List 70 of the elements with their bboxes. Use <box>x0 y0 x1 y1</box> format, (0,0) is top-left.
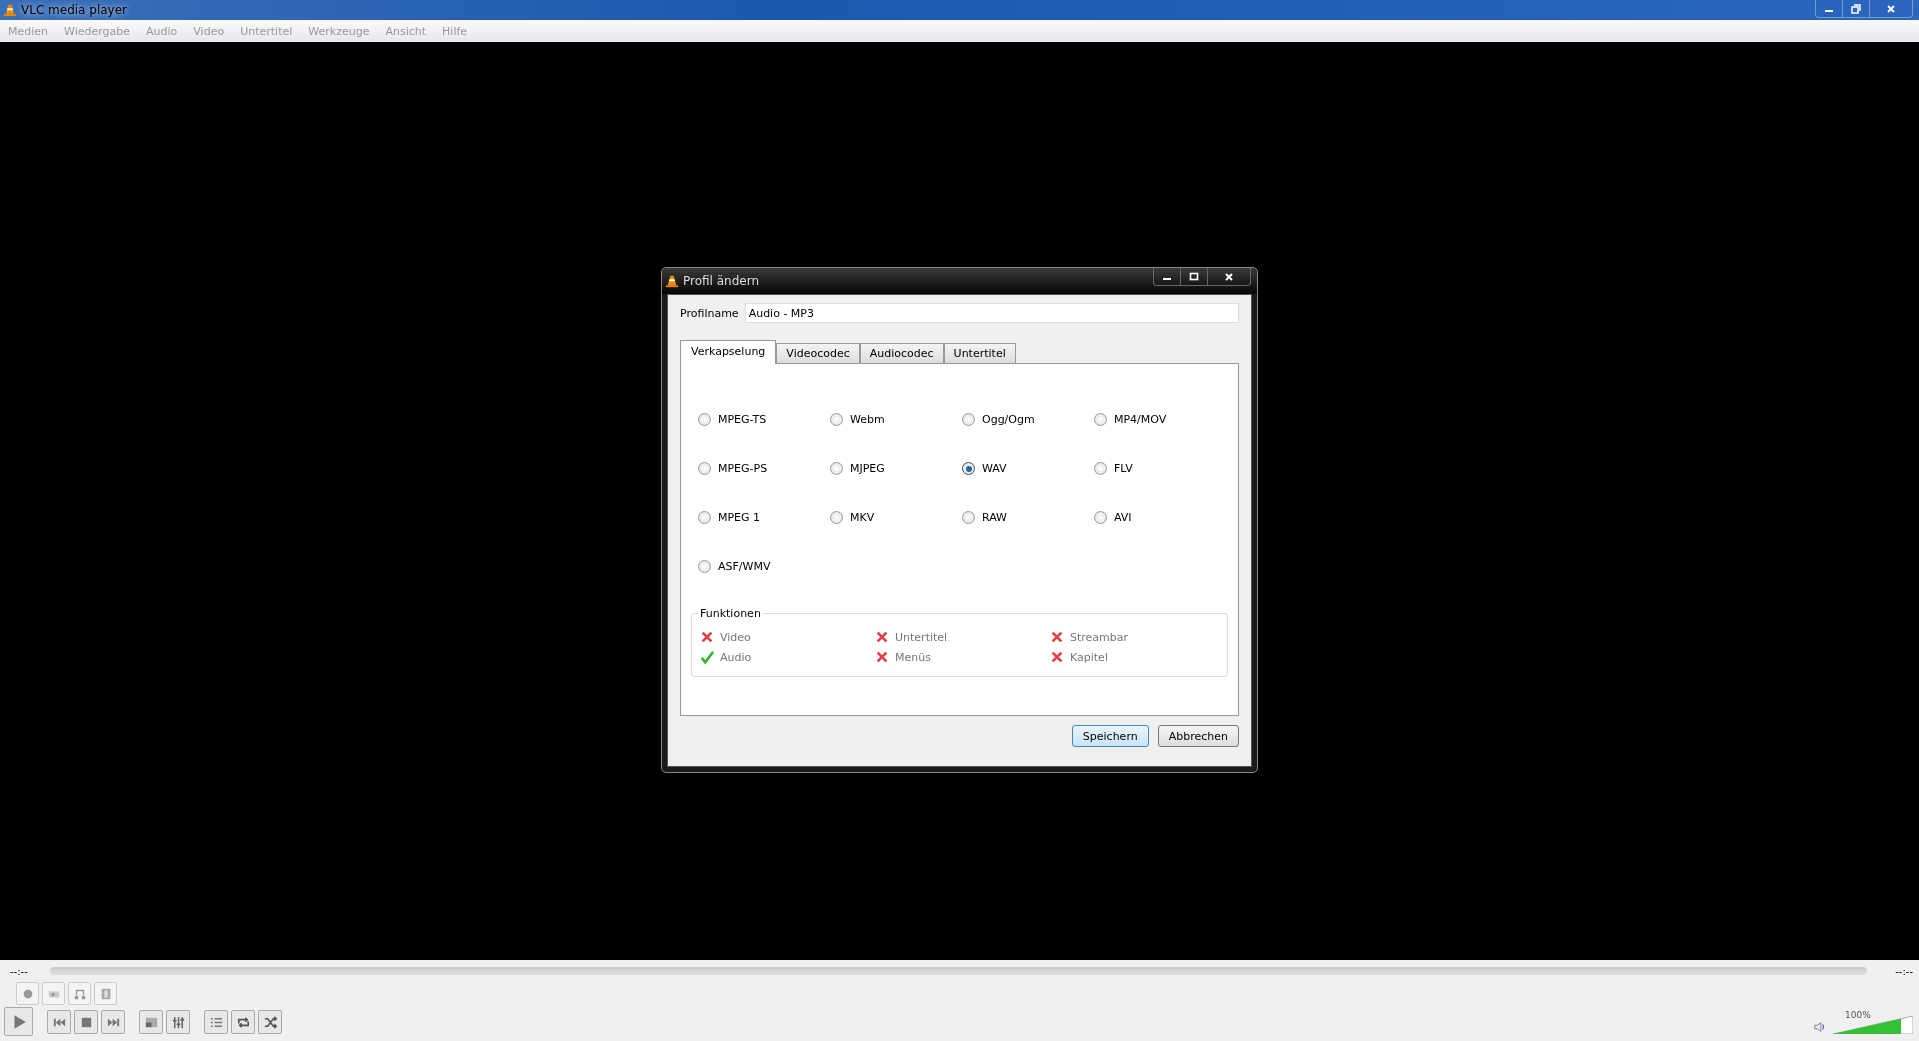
tab[interactable]: Audiocodec <box>859 343 944 363</box>
feature-label: Kapitel <box>1070 650 1108 664</box>
close-icon <box>1886 3 1896 14</box>
elapsed-time: --:-- <box>9 965 28 977</box>
equalizer-button[interactable] <box>166 1010 190 1034</box>
snapshot-button[interactable] <box>42 982 65 1005</box>
shuffle-button[interactable] <box>258 1010 282 1034</box>
radio-button[interactable] <box>698 560 711 573</box>
radio-button[interactable] <box>962 413 975 426</box>
radio-button[interactable] <box>962 511 975 524</box>
radio-label: FLV <box>1114 462 1133 475</box>
feature-label: Streambar <box>1070 630 1129 644</box>
radio-button[interactable] <box>698 462 711 475</box>
restore-icon <box>1851 3 1861 14</box>
radio-button[interactable] <box>962 462 975 475</box>
maximize-icon <box>1189 271 1199 282</box>
radio-button[interactable] <box>830 462 843 475</box>
radio-label: MPEG 1 <box>718 511 761 524</box>
radio-label: Ogg/Ogm <box>982 413 1035 426</box>
feature-label: Untertitel <box>895 630 948 644</box>
shuffle-icon <box>262 1014 278 1030</box>
radio-button[interactable] <box>1094 413 1107 426</box>
feature-label: Menüs <box>895 650 931 664</box>
dialog-button[interactable]: Abbrechen <box>1157 725 1239 747</box>
dialog-button[interactable]: Speichern <box>1071 725 1149 747</box>
radio-label: MPEG-PS <box>718 462 768 475</box>
feature-label: Audio <box>720 650 752 664</box>
tab[interactable]: Untertitel <box>943 343 1016 363</box>
radio-button[interactable] <box>830 511 843 524</box>
radio-label: MPEG-TS <box>718 413 767 426</box>
tab[interactable]: Videocodec <box>776 343 860 363</box>
tab[interactable]: Verkapselung <box>680 340 777 364</box>
sliders-icon <box>170 1014 186 1030</box>
minimize-icon <box>1163 278 1171 280</box>
loop-ab-button[interactable] <box>68 982 91 1005</box>
next-button[interactable] <box>101 1010 125 1034</box>
radio-label: MKV <box>850 511 875 524</box>
fullscreen-button[interactable] <box>139 1010 163 1034</box>
dialog-title: Profil ändern <box>683 274 760 288</box>
window-title: VLC media player <box>21 3 127 17</box>
radio-label: WAV <box>982 462 1007 475</box>
radio-button[interactable] <box>698 511 711 524</box>
radio-label: MP4/MOV <box>1114 413 1167 426</box>
radio-button[interactable] <box>1094 462 1107 475</box>
traffic-cone-icon <box>665 274 679 288</box>
group-title: Funktionen <box>698 607 763 620</box>
radio-label: ASF/WMV <box>718 560 771 573</box>
radio-button[interactable] <box>830 413 843 426</box>
playlist-button[interactable] <box>204 1010 228 1034</box>
remaining-time: --:-- <box>1894 965 1913 977</box>
previous-button[interactable] <box>47 1010 71 1034</box>
volume-reading: 100% <box>1845 1010 1871 1020</box>
frame-step-button[interactable] <box>94 982 117 1005</box>
feature-label: Video <box>720 630 751 644</box>
speaker-icon <box>1813 1020 1827 1034</box>
close-icon <box>1224 271 1234 282</box>
profile-name-label: Profilname <box>680 306 739 320</box>
traffic-cone-icon <box>3 3 17 17</box>
minimize-icon <box>1825 10 1833 12</box>
profile-name-field[interactable]: Audio - MP3 <box>744 303 1239 323</box>
radio-label: MJPEG <box>850 462 885 475</box>
radio-label: RAW <box>982 511 1007 524</box>
play-button[interactable] <box>4 1007 33 1036</box>
record-button[interactable] <box>16 982 39 1005</box>
radio-button[interactable] <box>1094 511 1107 524</box>
radio-button[interactable] <box>698 413 711 426</box>
repeat-button[interactable] <box>231 1010 255 1034</box>
radio-label: AVI <box>1114 511 1132 524</box>
stop-button[interactable] <box>74 1010 98 1034</box>
radio-label: Webm <box>850 413 885 426</box>
